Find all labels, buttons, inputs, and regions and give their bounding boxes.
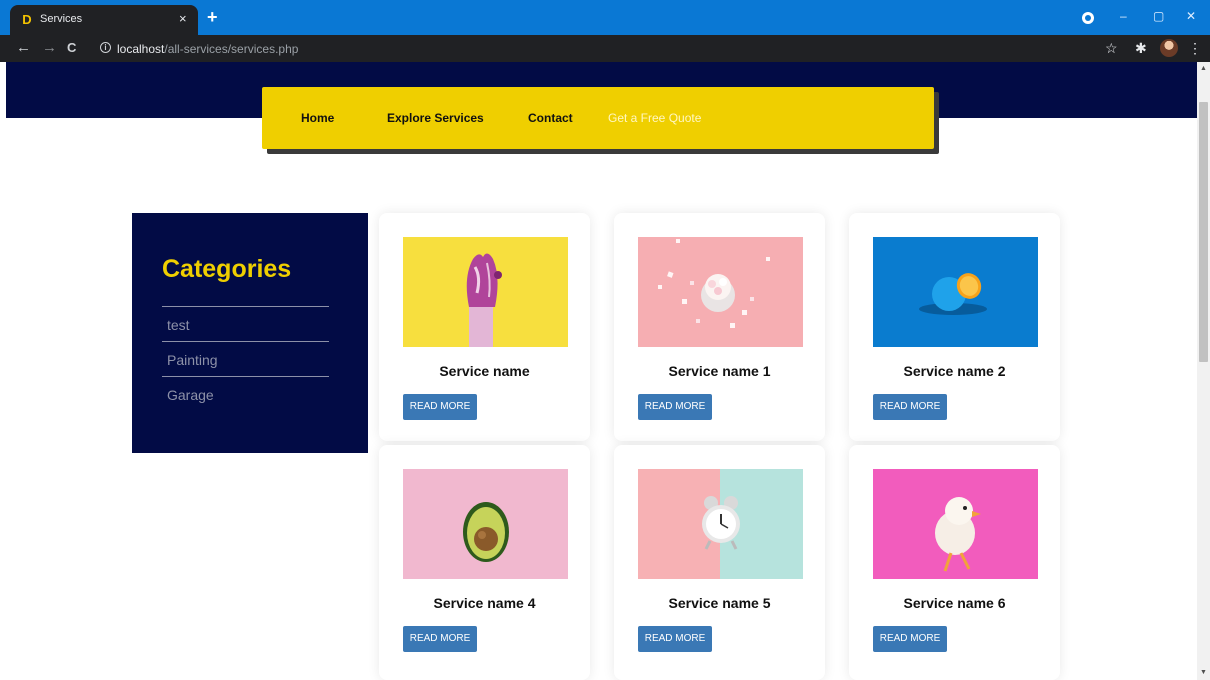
site-info-icon[interactable]: i [100,42,111,53]
service-image [638,237,803,347]
service-title: Service name 4 [433,595,536,611]
minimize-icon[interactable]: ‒ [1120,9,1127,23]
url-host: localhost [117,42,165,56]
service-card: Service name 4 READ MORE [379,445,590,680]
service-card: Service name 2 READ MORE [849,213,1060,441]
url-path: /all-services/services.php [164,42,299,56]
service-card: Service name READ MORE [379,213,590,441]
profile-avatar[interactable] [1160,39,1178,57]
service-card: Service name 1 READ MORE [614,213,825,441]
read-more-button[interactable]: READ MORE [873,394,947,420]
nav-explore-services-link[interactable]: Explore Services [387,111,484,125]
profile-indicator-icon[interactable] [1082,12,1094,24]
url-text[interactable]: localhost/all-services/services.php [117,42,298,56]
reload-icon[interactable]: C [67,39,76,57]
service-image [403,237,568,347]
new-tab-icon[interactable]: + [207,7,218,27]
categories-panel: Categories test Painting Garage [132,213,368,453]
page-viewport: Home Explore Services Contact Get a Free… [0,62,1197,680]
nav-home-link[interactable]: Home [301,111,334,125]
service-title: Service name 2 [903,363,1006,379]
window-close-icon[interactable]: ✕ [1186,9,1196,23]
service-title: Service name 5 [668,595,771,611]
browser-tab[interactable]: D Services × [10,5,198,35]
category-item-test[interactable]: test [167,317,190,333]
service-card: Service name 6 READ MORE [849,445,1060,680]
service-card: Service name 5 READ MORE [614,445,825,680]
service-title: Service name 6 [903,595,1006,611]
service-image [638,469,803,579]
service-title: Service name 1 [668,363,771,379]
site-favicon-icon: D [22,12,32,27]
nav-free-quote-link[interactable]: Get a Free Quote [608,111,701,125]
read-more-button[interactable]: READ MORE [403,626,477,652]
service-image [873,237,1038,347]
service-image [403,469,568,579]
scroll-up-icon[interactable]: ▲ [1199,64,1208,74]
nav-contact-link[interactable]: Contact [528,111,573,125]
category-item-garage[interactable]: Garage [167,387,214,403]
browser-menu-icon[interactable]: ⋮ [1188,39,1202,57]
scrollbar-thumb[interactable] [1199,102,1208,362]
bookmark-star-icon[interactable]: ☆ [1105,39,1118,57]
service-title: Service name [439,363,530,379]
back-icon[interactable]: ← [16,39,31,57]
categories-title: Categories [162,255,292,283]
site-navbar: Home Explore Services Contact Get a Free… [262,87,934,149]
tab-title: Services [40,13,83,25]
forward-icon[interactable]: → [42,39,57,57]
category-divider [162,306,329,307]
read-more-button[interactable]: READ MORE [638,626,712,652]
category-divider [162,376,329,377]
read-more-button[interactable]: READ MORE [403,394,477,420]
service-image [873,469,1038,579]
read-more-button[interactable]: READ MORE [638,394,712,420]
category-item-painting[interactable]: Painting [167,352,218,368]
extensions-icon[interactable]: ✱ [1135,39,1147,57]
read-more-button[interactable]: READ MORE [873,626,947,652]
category-divider [162,341,329,342]
tab-close-icon[interactable]: × [179,12,187,26]
restore-icon[interactable]: ▢ [1153,9,1164,23]
scroll-down-icon[interactable]: ▼ [1199,668,1208,678]
